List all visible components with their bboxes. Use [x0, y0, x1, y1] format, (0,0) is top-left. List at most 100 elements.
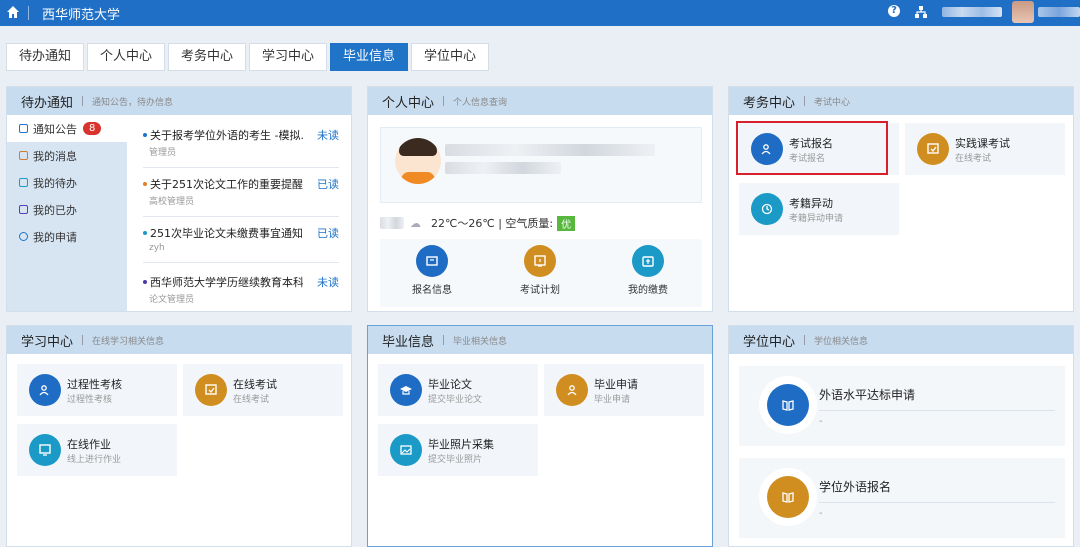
- divider: [443, 96, 445, 106]
- degree-card-header: 学位中心 学位相关信息: [729, 326, 1073, 354]
- registration-info-button[interactable]: 报名信息: [392, 245, 472, 296]
- photo-icon: [390, 434, 422, 466]
- help-icon[interactable]: ?: [888, 5, 900, 17]
- notice-item[interactable]: 关于251次论文工作的重要提醒 高校管理员 已读: [143, 176, 339, 217]
- tile-title: 毕业申请: [594, 378, 638, 391]
- sidebar-item-label: 我的待办: [33, 176, 77, 190]
- todo-card-header: 待办通知 通知公告，待办信息: [7, 87, 351, 115]
- sidebar-item-messages[interactable]: 我的消息: [7, 142, 127, 169]
- notice-status: 未读: [317, 129, 339, 142]
- notice-title: 251次毕业论文未缴费事宜通知: [150, 227, 303, 240]
- sidebar-item-applications[interactable]: 我的申请: [7, 223, 127, 250]
- sidebar-item-pending[interactable]: 我的待办: [7, 169, 127, 196]
- practical-exam-tile[interactable]: 实践课考试 在线考试: [905, 123, 1065, 175]
- home-icon[interactable]: [6, 5, 20, 19]
- divider: [143, 262, 339, 263]
- exam-card-header: 考务中心 考试中心: [729, 87, 1073, 115]
- online-exam-tile[interactable]: 在线考试 在线考试: [183, 364, 343, 416]
- notice-status: 已读: [317, 178, 339, 191]
- notice-item[interactable]: 西华师范大学学历继续教育本科... 论文管理员 未读: [143, 274, 339, 305]
- tile-subtitle: 线上进行作业: [67, 455, 122, 465]
- item-title: 学位外语报名: [819, 480, 892, 494]
- cloud-icon: ☁: [410, 216, 421, 230]
- user-name-blurred: [942, 7, 1002, 17]
- my-payment-button[interactable]: 我的缴费: [608, 245, 688, 296]
- book-icon: [767, 476, 809, 518]
- language-proficiency-item[interactable]: 外语水平达标申请 -: [739, 366, 1065, 446]
- divider: [819, 410, 1055, 411]
- exam-plan-button[interactable]: 考试计划: [500, 245, 580, 296]
- notice-author: zyh: [149, 243, 165, 253]
- process-assessment-icon: [29, 374, 61, 406]
- tile-subtitle: 毕业申请: [594, 395, 631, 405]
- card-subtitle: 通知公告，待办信息: [92, 97, 174, 108]
- card-title: 学位中心: [743, 334, 796, 350]
- bell-icon: [19, 124, 28, 133]
- tile-title: 毕业照片采集: [428, 438, 494, 451]
- highlight-box: [736, 121, 888, 175]
- avatar[interactable]: [1012, 1, 1034, 23]
- tile-subtitle: 在线考试: [233, 395, 270, 405]
- card-subtitle: 考试中心: [814, 97, 851, 108]
- weather-text: 22℃～26℃ | 空气质量:: [431, 217, 554, 230]
- notice-status: 已读: [317, 227, 339, 240]
- weather-bar: ☁ 22℃～26℃ | 空气质量: 优: [380, 213, 702, 233]
- notice-item[interactable]: 251次毕业论文未缴费事宜通知 zyh 已读: [143, 225, 339, 263]
- tab-todo[interactable]: 待办通知: [6, 43, 84, 71]
- card-title: 个人中心: [382, 95, 435, 111]
- tile-title: 在线作业: [67, 438, 111, 451]
- org-chart-icon[interactable]: [914, 5, 928, 19]
- air-quality-badge: 优: [557, 215, 576, 231]
- site-title: 西华师范大学: [42, 8, 121, 23]
- icon-ring: [759, 468, 817, 526]
- unread-count-badge: 8: [83, 122, 102, 135]
- location-blurred: [380, 217, 404, 229]
- tab-study[interactable]: 学习中心: [249, 43, 327, 71]
- graduation-photo-tile[interactable]: 毕业照片采集 提交毕业照片: [378, 424, 538, 476]
- graduation-cap-icon: [390, 374, 422, 406]
- applicant-icon: [556, 374, 588, 406]
- student-id-blurred: [445, 162, 561, 174]
- bell-icon: [19, 151, 28, 160]
- degree-language-registration-item[interactable]: 学位外语报名 -: [739, 458, 1065, 538]
- graduation-thesis-tile[interactable]: 毕业论文 提交毕业论文: [378, 364, 538, 416]
- notice-status: 未读: [317, 276, 339, 289]
- sidebar-item-label: 我的申请: [33, 230, 77, 244]
- tab-degree[interactable]: 学位中心: [411, 43, 489, 71]
- online-exam-icon: [195, 374, 227, 406]
- tile-title: 实践课考试: [955, 137, 1010, 150]
- sidebar-item-done[interactable]: 我的已办: [7, 196, 127, 223]
- user-icon: [19, 232, 28, 241]
- todo-card: 待办通知 通知公告，待办信息 通知公告 8 我的消息 我的待办 我的已办 我的申…: [6, 86, 352, 312]
- bullet: [143, 280, 147, 284]
- notice-title-row: 西华师范大学学历继续教育本科...: [143, 274, 303, 290]
- notice-item[interactable]: 关于报考学位外语的考生 -模拟... 管理员 未读: [143, 127, 339, 168]
- divider: [82, 335, 84, 345]
- notice-title-row: 关于报考学位外语的考生 -模拟...: [143, 127, 303, 143]
- student-avatar: [395, 138, 441, 184]
- pending-icon: [19, 178, 28, 187]
- status-change-tile[interactable]: 考籍异动 考籍异动申请: [739, 183, 899, 235]
- notice-title: 关于251次论文工作的重要提醒: [150, 178, 303, 191]
- user-info-blurred: [1038, 7, 1080, 17]
- online-homework-tile[interactable]: 在线作业 线上进行作业: [17, 424, 177, 476]
- notice-author: 高校管理员: [149, 197, 195, 207]
- graduation-card-header: 毕业信息 毕业相关信息: [368, 326, 712, 354]
- bullet: [143, 182, 147, 186]
- tile-title: 考籍异动: [789, 197, 833, 210]
- card-title: 毕业信息: [382, 334, 435, 350]
- tab-graduation[interactable]: 毕业信息: [330, 43, 408, 71]
- graduation-application-tile[interactable]: 毕业申请 毕业申请: [544, 364, 704, 416]
- notice-title: 关于报考学位外语的考生 -模拟...: [150, 129, 303, 142]
- tab-personal[interactable]: 个人中心: [87, 43, 165, 71]
- study-card-header: 学习中心 在线学习相关信息: [7, 326, 351, 354]
- notice-title-row: 关于251次论文工作的重要提醒: [143, 176, 303, 192]
- card-title: 考务中心: [743, 95, 796, 111]
- sidebar-item-announcements[interactable]: 通知公告 8: [7, 115, 127, 142]
- main-tabs: 待办通知 个人中心 考务中心 学习中心 毕业信息 学位中心: [6, 43, 489, 71]
- tab-exam[interactable]: 考务中心: [168, 43, 246, 71]
- card-title: 待办通知: [21, 95, 74, 111]
- study-card: 学习中心 在线学习相关信息 过程性考核 过程性考核 在线考试 在线考试 在线作业…: [6, 325, 352, 547]
- process-assessment-tile[interactable]: 过程性考核 过程性考核: [17, 364, 177, 416]
- profile-panel: [380, 127, 702, 203]
